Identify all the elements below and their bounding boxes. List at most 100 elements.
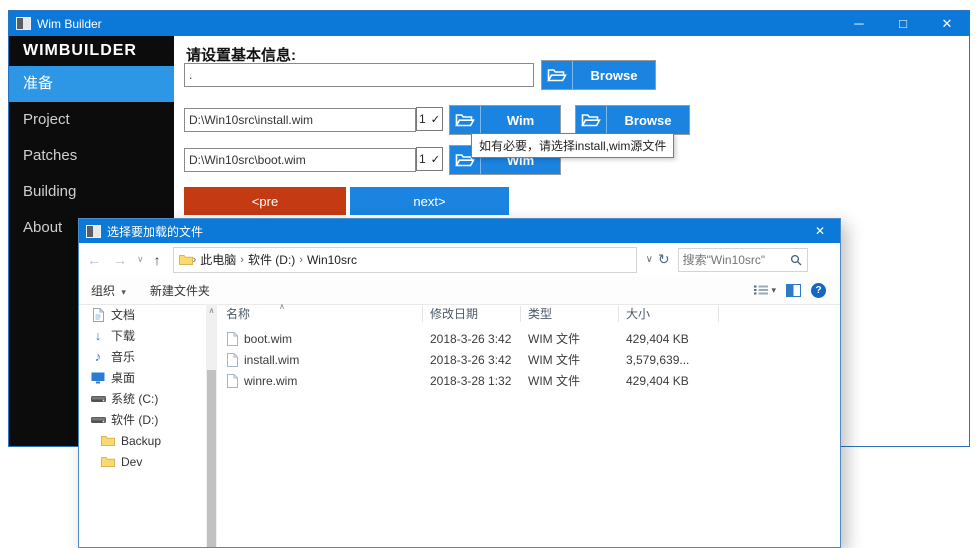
file-icon (227, 352, 238, 367)
dialog-main: 文档 ↓ 下载 ♪ 音乐 桌面 系统 (C:) 软件 (D:) Backup D… (79, 302, 840, 547)
tree-item-desktop[interactable]: 桌面 (89, 367, 205, 388)
file-size: 429,404 KB (626, 373, 689, 388)
sort-ascending-icon: ∧ (279, 302, 285, 311)
document-icon (89, 307, 107, 322)
tree-item-backup[interactable]: Backup (89, 430, 205, 451)
browse-dir-button[interactable]: Browse (541, 60, 656, 90)
tree-item-drive-d[interactable]: 软件 (D:) (89, 409, 205, 430)
organize-label: 组织 (91, 283, 116, 298)
back-icon[interactable]: ← (87, 252, 101, 268)
install-wim-button[interactable]: Wim (449, 105, 561, 135)
minimize-button[interactable]: ─ (837, 11, 881, 36)
file-name: winre.wim (244, 373, 298, 388)
install-wim-input[interactable] (184, 108, 416, 132)
tree-item-label: 桌面 (111, 371, 136, 385)
folder-open-icon (576, 106, 607, 134)
tree-item-label: Dev (121, 454, 143, 469)
file-row-boot-wim[interactable]: boot.wim 2018-3-26 3:42 WIM 文件 429,404 K… (219, 328, 840, 349)
search-input[interactable] (678, 252, 790, 267)
work-dir-input[interactable] (184, 63, 534, 87)
tree-item-label: Backup (121, 433, 162, 448)
breadcrumb-this-pc[interactable]: 此电脑 (196, 251, 240, 268)
new-folder-button[interactable]: 新建文件夹 (150, 282, 210, 299)
navigation-bar: ← → ∨ ↑ › 此电脑 › 软件 (D:) › Win10src ∨ ↻ (79, 243, 840, 276)
tree-item-documents[interactable]: 文档 (89, 304, 205, 325)
history-chevron-icon[interactable]: ∨ (137, 254, 144, 265)
view-mode-button[interactable]: ▾ (754, 284, 786, 296)
sidebar-item-project[interactable]: Project (9, 102, 174, 138)
dropdown-check-icon: ✓ (430, 113, 440, 126)
prev-button[interactable]: <pre (184, 187, 346, 215)
sidebar-item-prepare[interactable]: 准备 (9, 66, 174, 102)
folder-open-icon (450, 106, 481, 134)
sidebar-item-patches[interactable]: Patches (9, 138, 174, 174)
drive-icon (89, 394, 107, 404)
search-box[interactable] (677, 247, 808, 272)
details-view-icon (754, 285, 769, 295)
wim-button-label: Wim (506, 112, 535, 128)
brand-label: WIMBUILDER (23, 42, 137, 59)
column-type[interactable]: 类型 (521, 306, 619, 322)
tree-item-label: 文档 (111, 308, 136, 322)
file-date: 2018-3-26 3:42 (430, 331, 512, 346)
column-date-modified[interactable]: 修改日期 (423, 306, 521, 322)
file-row-winre-wim[interactable]: winre.wim 2018-3-28 1:32 WIM 文件 429,404 … (219, 370, 840, 391)
breadcrumb-drive-d[interactable]: 软件 (D:) (244, 251, 299, 268)
title-bar[interactable]: Wim Builder ─ □ ✕ (9, 11, 969, 36)
maximize-button[interactable]: □ (881, 11, 925, 36)
address-bar[interactable]: › 此电脑 › 软件 (D:) › Win10src (172, 246, 637, 273)
organize-button[interactable]: 组织 ▾ (91, 282, 126, 299)
preview-pane-icon[interactable] (786, 283, 801, 297)
chevron-down-icon: ▾ (121, 286, 126, 297)
next-button[interactable]: next> (350, 187, 509, 215)
desktop-icon (89, 372, 107, 384)
file-date: 2018-3-26 3:42 (430, 352, 512, 367)
file-type: WIM 文件 (528, 353, 580, 367)
install-index-select[interactable]: 1 ✓ (416, 107, 443, 131)
dropdown-check-icon: ✓ (430, 153, 440, 166)
sidebar-item-building[interactable]: Building (9, 174, 174, 210)
boot-index-select[interactable]: 1 ✓ (416, 147, 443, 171)
dialog-icon (86, 224, 101, 238)
window-title: Wim Builder (37, 16, 102, 31)
address-chevron-icon[interactable]: ∨ (646, 254, 653, 265)
scrollbar-thumb[interactable] (207, 370, 216, 547)
tree-item-music[interactable]: ♪ 音乐 (89, 346, 205, 367)
breadcrumb-win10src[interactable]: Win10src (303, 253, 361, 267)
dialog-close-button[interactable]: ✕ (800, 219, 840, 243)
tree-item-dev[interactable]: Dev (89, 451, 205, 472)
download-icon: ↓ (94, 328, 102, 343)
scroll-up-icon[interactable]: ∧ (206, 304, 217, 318)
column-label: 大小 (626, 307, 651, 321)
refresh-icon[interactable]: ↻ (658, 251, 670, 268)
tree-item-label: 下载 (111, 329, 136, 343)
dialog-title-bar[interactable]: 选择要加载的文件 ✕ (79, 219, 840, 243)
column-name[interactable]: 名称 ∧ (219, 302, 423, 322)
file-row-install-wim[interactable]: install.wim 2018-3-26 3:42 WIM 文件 3,579,… (219, 349, 840, 370)
tree-scrollbar[interactable]: ∧ (206, 304, 217, 547)
tooltip: 如有必要，请选择install,wim源文件 (471, 133, 675, 158)
up-icon[interactable]: ↑ (154, 252, 161, 268)
folder-tree: 文档 ↓ 下载 ♪ 音乐 桌面 系统 (C:) 软件 (D:) Backup D… (89, 304, 205, 472)
search-icon (790, 254, 802, 266)
music-icon: ♪ (94, 349, 102, 364)
drive-icon (89, 415, 107, 425)
file-type: WIM 文件 (528, 332, 580, 346)
tree-item-downloads[interactable]: ↓ 下载 (89, 325, 205, 346)
column-size[interactable]: 大小 (619, 306, 719, 322)
browse-button-label: Browse (590, 67, 638, 83)
install-browse-button[interactable]: Browse (575, 105, 690, 135)
folder-icon (99, 435, 117, 446)
chevron-down-icon: ▾ (771, 284, 776, 295)
tree-item-drive-c[interactable]: 系统 (C:) (89, 388, 205, 409)
help-icon[interactable]: ? (811, 282, 826, 298)
column-label: 名称 (226, 307, 251, 321)
close-button[interactable]: ✕ (925, 11, 969, 36)
column-label: 修改日期 (430, 307, 479, 321)
tree-item-label: 系统 (C:) (111, 392, 159, 406)
boot-wim-input[interactable] (184, 148, 416, 172)
forward-icon[interactable]: → (113, 252, 127, 268)
tree-item-label: 音乐 (111, 350, 136, 364)
dialog-title: 选择要加载的文件 (107, 224, 204, 239)
index-value: 1 (419, 112, 426, 126)
